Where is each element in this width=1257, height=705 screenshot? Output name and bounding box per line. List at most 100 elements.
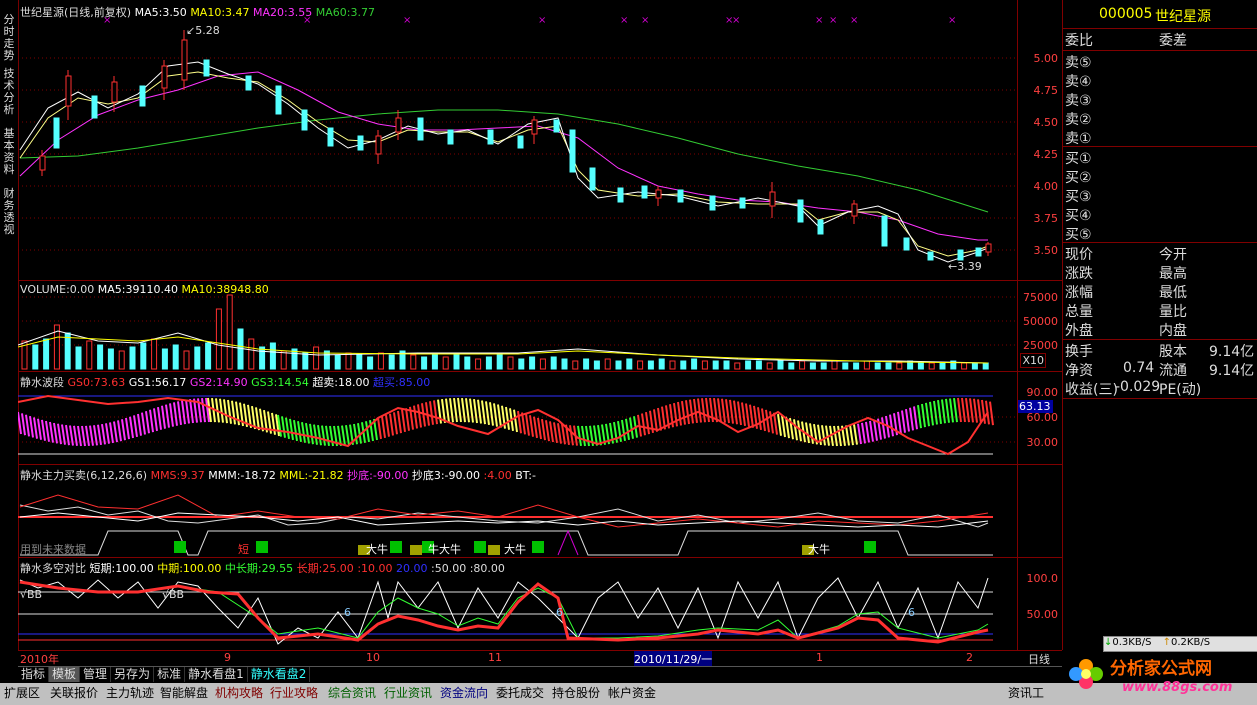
buy-5: 买⑤ — [1065, 227, 1092, 243]
wave-bar — [733, 400, 738, 425]
wave-bar — [833, 425, 838, 447]
buy-3: 买③ — [1065, 189, 1092, 205]
long-short-panel[interactable]: 静水多空对比 短期:100.00 中期:100.00 中长期:29.55 长期:… — [18, 558, 1017, 651]
wave-bar — [857, 423, 862, 445]
wave-bar — [921, 403, 926, 428]
volume-bar — [259, 346, 266, 370]
fn-orders[interactable]: 委托成交 — [496, 684, 544, 701]
wave-bar — [645, 411, 650, 435]
wave-bar — [173, 402, 178, 426]
volume-bar — [356, 354, 363, 370]
volume-panel[interactable]: VOLUME:0.00 MA5:39110.40 MA10:38948.80 — [18, 281, 1017, 372]
wave-bar — [933, 400, 938, 425]
wave-bar — [845, 425, 850, 446]
volume-bar — [442, 356, 449, 370]
wave-bar — [289, 418, 294, 441]
volume-bar — [961, 362, 968, 370]
wave-bar — [725, 399, 730, 424]
wave-bar — [937, 400, 942, 424]
wave-bar — [57, 423, 62, 445]
volume-bar — [367, 356, 374, 370]
fn-account-funds[interactable]: 帐户资金 — [608, 684, 656, 701]
tab-basic-info[interactable]: 基本资料 — [1, 128, 17, 180]
fn-holdings[interactable]: 持仓股份 — [552, 684, 600, 701]
volume-bar — [64, 332, 71, 370]
wave-bar — [109, 422, 114, 444]
tab-save-as[interactable]: 另存为 — [111, 667, 155, 682]
wave-bar — [149, 409, 154, 433]
volume-bar — [799, 360, 806, 370]
fn-main-track[interactable]: 主力轨迹 — [106, 684, 154, 701]
volume-bar — [885, 362, 892, 370]
fn-smart-analysis[interactable]: 智能解盘 — [160, 684, 208, 701]
wave-bar — [18, 411, 22, 435]
volume-bar — [323, 350, 330, 370]
wave-bar — [165, 404, 170, 428]
wave-bar — [223, 399, 228, 424]
fn-news[interactable]: 综合资讯 — [328, 684, 376, 701]
volume-bar — [86, 340, 93, 370]
volume-bar — [453, 352, 460, 370]
wave-bar — [765, 409, 770, 433]
volume-bar — [205, 342, 212, 370]
wave-bar — [965, 398, 970, 423]
buy-4: 买④ — [1065, 208, 1092, 224]
signal-short: 短 — [238, 543, 249, 556]
long-short-scale: 100.0 50.00 — [1017, 558, 1062, 650]
fn-related-quote[interactable]: 关联报价 — [50, 684, 98, 701]
wave-bar — [271, 412, 276, 435]
svg-text:×: × — [641, 15, 649, 26]
fn-fund-flow[interactable]: 资金流向 — [440, 684, 488, 701]
status-news[interactable]: 资讯工 — [1008, 684, 1044, 701]
fn-expand[interactable]: 扩展区 — [4, 684, 40, 701]
volume-bar — [334, 354, 341, 370]
wave-bar — [33, 417, 38, 439]
tab-indicators[interactable]: 指标 — [18, 667, 50, 682]
tab-financial[interactable]: 财务透视 — [1, 188, 17, 240]
wave-bar — [625, 418, 630, 440]
volume-bar — [431, 354, 438, 370]
tab-intraday[interactable]: 分时走势 — [1, 14, 17, 66]
tab-manage[interactable]: 管理 — [80, 667, 112, 682]
wave-bar — [909, 407, 914, 431]
main-force-panel[interactable]: 静水主力买卖(6,12,26,6) MMS:9.37 MMM:-18.72 MM… — [18, 465, 1017, 558]
tab-standard[interactable]: 标准 — [154, 667, 186, 682]
fn-industry-news[interactable]: 行业资讯 — [384, 684, 432, 701]
volume-bar — [194, 346, 201, 370]
tab-jingshui-2[interactable]: 静水看盘2 — [248, 667, 311, 682]
volume-bar — [691, 358, 698, 370]
volume-bar — [615, 360, 622, 370]
volume-bar — [485, 356, 492, 370]
wave-bar — [81, 425, 86, 447]
wave-bar — [445, 398, 450, 423]
wave-bar — [181, 400, 186, 425]
wave-bar — [549, 421, 554, 443]
wave-bar — [105, 423, 110, 444]
fn-industry-strategy[interactable]: 行业攻略 — [270, 684, 318, 701]
tab-templates[interactable]: 模板 — [49, 667, 81, 682]
sell-2: 卖② — [1065, 112, 1092, 128]
fn-institution[interactable]: 机构攻略 — [215, 684, 263, 701]
volume-bar — [475, 358, 482, 370]
bottom-tab-bar: 指标 模板 管理 另存为 标准 静水看盘1 静水看盘2 — [18, 666, 1062, 684]
price-panel[interactable]: 世纪星源(日线,前复权) MA5:3.50 MA10:3.47 MA20:3.5… — [18, 0, 1017, 281]
volume-bar — [874, 362, 881, 370]
volume-bar — [680, 360, 687, 370]
wave-bar — [585, 425, 590, 447]
wave-bar — [125, 417, 130, 440]
wave-bar — [881, 417, 886, 439]
wave-indicator-panel[interactable]: 静水波段 GS0:73.63 GS1:56.17 GS2:14.90 GS3:1… — [18, 372, 1053, 465]
wave-bar — [557, 423, 562, 444]
wave-bar — [677, 401, 682, 426]
tab-jingshui-1[interactable]: 静水看盘1 — [185, 667, 248, 682]
sell-4: 卖④ — [1065, 74, 1092, 90]
wave-bar — [977, 399, 982, 424]
tab-technical[interactable]: 技术分析 — [1, 68, 17, 120]
volume-bar — [107, 348, 114, 370]
wave-chart — [18, 394, 1017, 456]
volume-bar — [118, 350, 125, 370]
wave-bar — [925, 402, 930, 427]
wave-bar — [489, 402, 494, 426]
wave-bar — [741, 402, 746, 426]
wave-bar — [397, 410, 402, 434]
